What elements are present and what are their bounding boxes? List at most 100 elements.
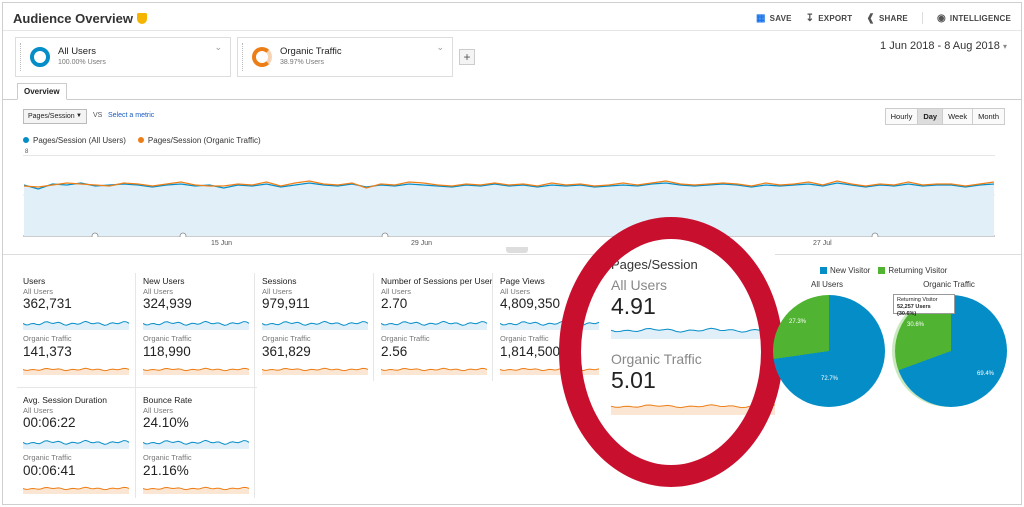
segment-label: Organic Traffic (23, 453, 72, 462)
pie-slice-label: 69.4% (977, 371, 995, 377)
pie-legend: New Visitor Returning Visitor (820, 266, 947, 275)
legend-item-organic[interactable]: Pages/Session (Organic Traffic) (137, 136, 261, 145)
add-segment-button[interactable]: + (459, 49, 475, 65)
chart-legend: Pages/Session (All Users) Pages/Session … (23, 136, 261, 145)
drag-handle[interactable] (20, 43, 23, 71)
day-button[interactable]: Day (917, 108, 944, 125)
metric-tile[interactable]: New Users All Users 324,939 Organic Traffic… (143, 276, 255, 383)
metric-value-organic: 1,814,500 (500, 344, 561, 359)
legend-dot (23, 137, 29, 143)
segment-label: Organic Traffic (500, 334, 549, 343)
metric-value-all: 979,911 (262, 296, 310, 311)
metric-label: Users (23, 276, 46, 286)
legend-item-all-users[interactable]: Pages/Session (All Users) (23, 136, 126, 145)
vs-label: VS (93, 112, 103, 119)
segment-label: Organic Traffic (143, 334, 192, 343)
hourly-button[interactable]: Hourly (884, 108, 919, 125)
tab-divider (3, 99, 1021, 100)
week-button[interactable]: Week (942, 108, 974, 125)
select-metric-link[interactable]: Select a metric (108, 112, 154, 119)
legend-item-returning-visitor[interactable]: Returning Visitor (878, 266, 947, 275)
zoom-sparkline (611, 404, 775, 415)
segment-label: All Users (23, 287, 54, 296)
segment-all-users[interactable]: All Users 100.00% Users ⌄ (15, 37, 231, 77)
month-button[interactable]: Month (972, 108, 1005, 125)
tile-divider (492, 273, 493, 381)
segment-organic-traffic[interactable]: Organic Traffic 38.97% Users ⌄ (237, 37, 453, 77)
metric-value-all: 4,809,350 (500, 296, 561, 311)
sparkline-organic (143, 367, 249, 375)
tile-divider (373, 273, 374, 381)
sparkline-all (500, 320, 606, 330)
share-button[interactable]: ❰ SHARE (866, 12, 908, 24)
tile-divider (254, 273, 255, 498)
metric-value-organic: 361,829 (262, 344, 311, 359)
annotation-marker[interactable] (179, 232, 187, 237)
header-actions: ▦ SAVE ↧ EXPORT ❰ SHARE ◉ INTELLIGENCE (756, 12, 1011, 24)
metric-value-all: 24.10% (143, 415, 189, 430)
metric-select[interactable]: Pages/Session ▼ (23, 109, 87, 124)
annotation-marker[interactable] (871, 232, 879, 237)
zoom-callout-pages-session: Pages/Session All Users 4.91 Organic Tra… (599, 247, 775, 427)
pie-tooltip: Returning Visitor 52,257 Users (30.6%) (893, 294, 955, 317)
tab-overview[interactable]: Overview (17, 83, 67, 100)
collapse-chart-handle[interactable] (506, 247, 528, 253)
metric-tile[interactable]: Avg. Session Duration All Users 00:06:22 Or… (23, 395, 135, 502)
save-button[interactable]: ▦ SAVE (756, 12, 792, 24)
metric-value-all: 324,939 (143, 296, 192, 311)
sparkline-organic (23, 367, 129, 375)
legend-item-new-visitor[interactable]: New Visitor (820, 266, 870, 275)
page-title: Audience Overview (13, 11, 147, 26)
annotation-marker[interactable] (91, 232, 99, 237)
drag-handle[interactable] (242, 43, 245, 71)
metric-tile[interactable]: Bounce Rate All Users 24.10% Organic Traffi… (143, 395, 255, 502)
segment-label: All Users (143, 406, 174, 415)
metric-label: New Users (143, 276, 185, 286)
metric-tile[interactable]: Number of Sessions per User All Users 2.70… (381, 276, 493, 383)
chevron-down-icon[interactable]: ⌄ (436, 42, 444, 53)
chevron-down-icon: ▾ (1002, 42, 1007, 51)
pages-session-line-chart[interactable] (23, 155, 995, 237)
metric-value-all: 2.70 (381, 296, 408, 311)
segment-label: Organic Traffic (23, 334, 72, 343)
segment-label: Organic Traffic (262, 334, 311, 343)
tile-divider (135, 273, 136, 498)
export-icon: ↧ (805, 12, 815, 24)
sparkline-all (23, 439, 129, 449)
export-button[interactable]: ↧ EXPORT (806, 12, 853, 24)
intelligence-button[interactable]: ◉ INTELLIGENCE (937, 12, 1011, 24)
sparkline-organic (23, 486, 129, 494)
date-range-picker[interactable]: 1 Jun 2018 - 8 Aug 2018 ▾ (880, 40, 1007, 52)
sparkline-organic (262, 367, 368, 375)
x-tick-label: 29 Jun (411, 240, 433, 247)
metric-tile[interactable]: Sessions All Users 979,911 Organic Traffic 3… (262, 276, 374, 383)
chevron-down-icon[interactable]: ⌄ (214, 42, 222, 53)
zoom-value: 4.91 (611, 293, 656, 319)
pie-chart-all-users[interactable] (773, 295, 885, 407)
segment-label: All Users (23, 406, 54, 415)
pie-slice-label: 72.7% (821, 376, 839, 382)
series-area-all-users (24, 183, 994, 236)
metric-value-organic: 21.16% (143, 463, 189, 478)
metric-tile[interactable]: Users All Users 362,731 Organic Traffic 141,… (23, 276, 135, 383)
zoom-value: 5.01 (611, 367, 656, 393)
metric-label: Page Views (500, 276, 545, 286)
metric-value-organic: 2.56 (381, 344, 408, 359)
metric-tile[interactable]: Page Views All Users 4,809,350 Organic Traf… (500, 276, 612, 383)
zoom-sparkline (611, 327, 775, 339)
annotation-marker[interactable] (381, 232, 389, 237)
pie-title: All Users (810, 280, 843, 289)
sparkline-organic (500, 367, 606, 375)
segment-label: All Users (262, 287, 293, 296)
segment-label: All Users (500, 287, 531, 296)
metric-value-all: 362,731 (23, 296, 72, 311)
analytics-frame: Audience Overview ▦ SAVE ↧ EXPORT ❰ SHARE ◉… (2, 2, 1022, 505)
sparkline-all (143, 439, 249, 449)
metric-value-organic: 118,990 (143, 344, 191, 359)
segment-label: All Users (381, 287, 412, 296)
sparkline-all (143, 320, 249, 330)
tile-row-divider (17, 387, 257, 388)
metric-label: Sessions (262, 276, 297, 286)
metric-label: Number of Sessions per User (381, 276, 493, 286)
segment-ring-icon (252, 47, 272, 67)
